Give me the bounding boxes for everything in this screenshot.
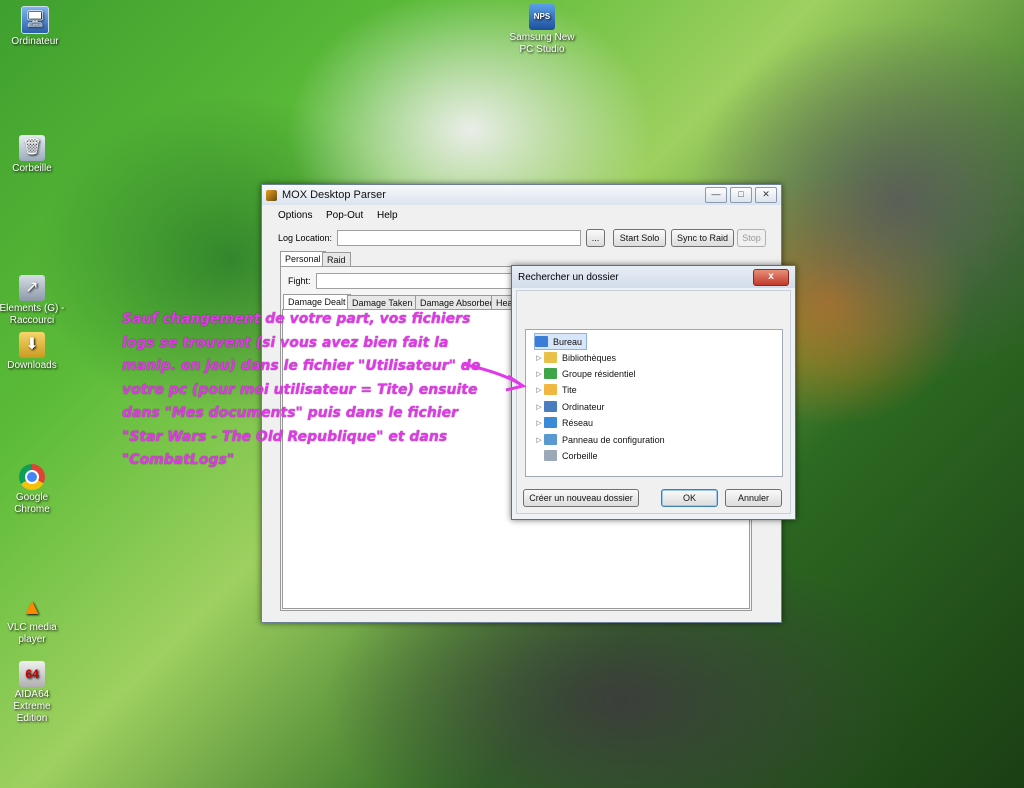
close-button[interactable]: ✕ [755, 187, 777, 203]
dialog-close-button[interactable]: x [753, 268, 789, 286]
menu-help[interactable]: Help [377, 210, 398, 221]
expand-arrow-icon[interactable]: ▷ [534, 386, 544, 394]
tree-item-bibliotheques[interactable]: ▷ Bibliothèques [534, 350, 616, 365]
desktop-icon-vlc[interactable]: ▲ VLC media player [0, 594, 67, 646]
expand-arrow-icon[interactable]: ▷ [534, 370, 544, 378]
desktop-icon-ordinateur[interactable]: 🖥 Ordinateur [0, 6, 70, 48]
desktop-icon-label: Elements (G) - Raccourci [0, 303, 65, 326]
computer-icon [544, 401, 557, 412]
desktop-icon-label: Downloads [7, 360, 57, 371]
expand-arrow-icon[interactable]: ▷ [534, 436, 544, 444]
tree-item-panneau-configuration[interactable]: ▷ Panneau de configuration [534, 432, 665, 447]
desktop-icon-label: AIDA64 Extreme Edition [13, 689, 51, 724]
expand-arrow-icon[interactable]: ▷ [534, 354, 544, 362]
dialog-title: Rechercher un dossier [518, 271, 619, 283]
tab-raid[interactable]: Raid [322, 252, 351, 267]
desktop-icon-label: VLC media player [7, 622, 57, 645]
menu-bar: Options Pop-Out Help [262, 206, 781, 224]
tree-item-bureau[interactable]: Bureau [534, 333, 588, 350]
desktop-icon-label: Ordinateur [11, 36, 59, 47]
menu-options[interactable]: Options [278, 210, 312, 221]
tree-item-tite[interactable]: ▷ Tite [534, 382, 577, 397]
browse-button[interactable]: ... [586, 229, 605, 247]
stop-button[interactable]: Stop [737, 229, 766, 247]
app-icon [266, 189, 277, 201]
expand-arrow-icon[interactable]: ▷ [534, 419, 544, 427]
vlc-icon: ▲ [21, 594, 43, 619]
user-folder-icon [544, 384, 557, 395]
desktop-icon-corbeille[interactable]: 🗑 Corbeille [0, 135, 67, 175]
chrome-icon [19, 464, 45, 490]
homegroup-icon [544, 368, 557, 379]
recycle-bin-icon [544, 450, 557, 461]
desktop-icon-samsung[interactable]: NPS Samsung New PC Studio [507, 4, 577, 56]
desktop-icon-elements[interactable]: ↗ Elements (G) - Raccourci [0, 275, 67, 327]
tree-item-reseau[interactable]: ▷ Réseau [534, 415, 593, 430]
new-folder-button[interactable]: Créer un nouveau dossier [523, 489, 639, 507]
downloads-folder-icon: ⬇ [19, 332, 45, 358]
tree-item-ordinateur[interactable]: ▷ Ordinateur [534, 399, 605, 414]
desktop-icon-chrome[interactable]: Google Chrome [0, 464, 67, 516]
network-icon [544, 417, 557, 428]
recycle-bin-icon: 🗑 [19, 135, 45, 161]
desktop-icon-downloads[interactable]: ⬇ Downloads [0, 332, 67, 372]
expand-arrow-icon[interactable]: ▷ [534, 403, 544, 411]
desktop-icon-label: Google Chrome [14, 492, 50, 515]
fight-label: Fight: [288, 276, 311, 286]
minimize-button[interactable]: — [705, 187, 727, 203]
start-solo-button[interactable]: Start Solo [613, 229, 666, 247]
log-location-input[interactable] [337, 230, 581, 246]
samsung-npcs-icon: NPS [529, 4, 555, 30]
desktop-icon-label: Corbeille [12, 163, 52, 174]
maximize-button[interactable]: □ [730, 187, 752, 203]
computer-icon: 🖥 [21, 6, 49, 34]
dialog-body: Bureau ▷ Bibliothèques ▷ Groupe résident… [516, 290, 791, 514]
cancel-button[interactable]: Annuler [725, 489, 782, 507]
desktop-icon-label: Samsung New PC Studio [509, 32, 575, 55]
folder-dialog: Rechercher un dossier x Bureau ▷ Bibliot… [511, 265, 796, 520]
drive-shortcut-icon: ↗ [19, 275, 45, 301]
parser-titlebar[interactable]: MOX Desktop Parser — □ ✕ [262, 185, 781, 205]
dialog-titlebar[interactable]: Rechercher un dossier x [512, 266, 795, 288]
folder-tree: Bureau ▷ Bibliothèques ▷ Groupe résident… [525, 329, 783, 477]
aida64-icon: 64 [19, 661, 45, 687]
desktop-icon-aida64[interactable]: 64 AIDA64 Extreme Edition [0, 661, 67, 725]
log-location-label: Log Location: [278, 233, 333, 243]
window-title: MOX Desktop Parser [282, 189, 386, 201]
tree-item-corbeille[interactable]: Corbeille [534, 448, 598, 463]
tree-item-groupe-residentiel[interactable]: ▷ Groupe résidentiel [534, 366, 636, 381]
tab-personal[interactable]: Personal [280, 251, 326, 267]
annotation-text: Sauf changement de votre part, vos fichi… [122, 311, 481, 468]
libraries-icon [544, 352, 557, 363]
ok-button[interactable]: OK [661, 489, 718, 507]
control-panel-icon [544, 434, 557, 445]
desktop-folder-icon [535, 336, 548, 347]
menu-pop-out[interactable]: Pop-Out [326, 210, 363, 221]
sync-to-raid-button[interactable]: Sync to Raid [671, 229, 734, 247]
fight-select[interactable] [316, 273, 518, 289]
